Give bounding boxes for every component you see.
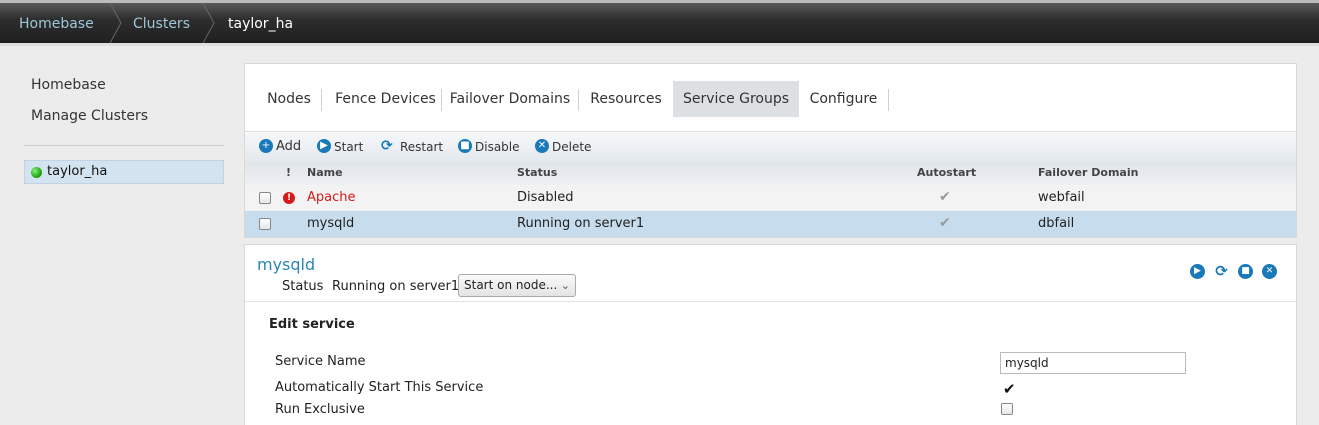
run-exclusive-label: Run Exclusive — [275, 402, 365, 417]
refresh-icon: ⟳ — [381, 138, 393, 154]
add-button[interactable]: + Add — [259, 139, 301, 155]
service-name-label: Service Name — [275, 354, 366, 369]
start-label: Start — [334, 140, 364, 154]
cluster-status-icon — [31, 167, 42, 178]
row-checkbox[interactable] — [259, 218, 271, 230]
sidebar-divider — [24, 145, 224, 146]
close-icon: ✕ — [535, 139, 549, 153]
breadcrumb-clusters[interactable]: Clusters — [133, 3, 190, 43]
table-row[interactable]: mysqld Running on server1 ✔ dbfail — [245, 211, 1296, 237]
play-icon: ▶ — [317, 139, 331, 153]
column-status[interactable]: Status — [517, 166, 557, 179]
column-failover-domain[interactable]: Failover Domain — [1038, 166, 1138, 179]
autostart-checkbox[interactable]: ✔ — [1003, 380, 1016, 398]
tab-resources[interactable]: Resources — [579, 81, 673, 117]
delete-label: Delete — [552, 140, 592, 154]
tab-fence-devices[interactable]: Fence Devices — [322, 81, 449, 117]
row-name[interactable]: mysqld — [307, 216, 354, 231]
tab-failover-domains[interactable]: Failover Domains — [442, 81, 578, 117]
status-label: Status — [282, 279, 324, 294]
disable-label: Disable — [475, 140, 520, 154]
table-row[interactable]: ! Apache Disabled ✔ webfail — [245, 185, 1296, 211]
column-flag: ! — [286, 166, 292, 179]
delete-service-button[interactable]: ✕ — [1262, 264, 1277, 279]
row-status: Disabled — [517, 190, 574, 205]
detail-divider — [245, 301, 1296, 302]
tab-divider — [888, 89, 889, 111]
restart-label: Restart — [400, 140, 444, 154]
breadcrumb-separator-icon — [202, 3, 215, 43]
plus-icon: + — [259, 139, 273, 153]
tab-nodes[interactable]: Nodes — [257, 81, 321, 117]
start-on-node-value: Start on node... — [464, 278, 558, 292]
service-name-input[interactable] — [1000, 352, 1186, 374]
edit-service-heading: Edit service — [269, 317, 355, 332]
sidebar-link-manage-clusters[interactable]: Manage Clusters — [31, 108, 148, 124]
autostart-check-icon: ✔ — [939, 215, 951, 231]
start-service-button[interactable]: ▶ — [1190, 264, 1205, 279]
service-title: mysqld — [257, 255, 316, 274]
sidebar-item-cluster[interactable]: taylor_ha — [24, 160, 224, 184]
service-detail-panel: mysqld Status Running on server1 Start o… — [244, 244, 1297, 425]
row-checkbox[interactable] — [259, 192, 271, 204]
row-name[interactable]: Apache — [307, 190, 356, 205]
breadcrumb: Homebase Clusters taylor_ha — [0, 0, 1319, 46]
disable-service-button[interactable]: ■ — [1238, 264, 1253, 279]
breadcrumb-current: taylor_ha — [228, 16, 294, 32]
chevron-down-icon: ⌄ — [560, 279, 570, 292]
row-failover-domain: dbfail — [1038, 216, 1075, 231]
tab-service-groups[interactable]: Service Groups — [673, 81, 799, 117]
stop-icon: ■ — [458, 139, 472, 153]
breadcrumb-homebase[interactable]: Homebase — [19, 3, 94, 43]
cluster-name: taylor_ha — [47, 164, 108, 179]
service-groups-panel: Nodes Fence Devices Failover Domains Res… — [244, 63, 1297, 238]
restart-service-button[interactable]: ⟳ — [1214, 264, 1229, 279]
run-exclusive-checkbox[interactable] — [1001, 403, 1013, 415]
autostart-label: Automatically Start This Service — [275, 380, 484, 395]
delete-button[interactable]: ✕ Delete — [535, 139, 591, 155]
autostart-check-icon: ✔ — [939, 189, 951, 205]
row-status: Running on server1 — [517, 216, 645, 231]
add-label: Add — [276, 139, 302, 154]
toolbar: + Add ▶ Start ⟳ Restart ■ Disable ✕ Delete — [245, 131, 1296, 161]
restart-button[interactable]: ⟳ Restart — [381, 139, 443, 155]
disable-button[interactable]: ■ Disable — [458, 139, 520, 155]
row-failover-domain: webfail — [1038, 190, 1085, 205]
start-button[interactable]: ▶ Start — [317, 139, 363, 155]
tab-configure[interactable]: Configure — [799, 81, 888, 117]
sidebar-link-homebase[interactable]: Homebase — [31, 77, 106, 93]
status-value: Running on server1 — [332, 279, 460, 294]
start-on-node-select[interactable]: Start on node... ⌄ — [458, 274, 576, 297]
column-name[interactable]: Name — [307, 166, 343, 179]
column-autostart[interactable]: Autostart — [917, 166, 976, 179]
error-icon: ! — [283, 192, 295, 204]
table-header: ! Name Status Autostart Failover Domain — [245, 161, 1296, 185]
breadcrumb-separator-icon — [109, 3, 122, 43]
